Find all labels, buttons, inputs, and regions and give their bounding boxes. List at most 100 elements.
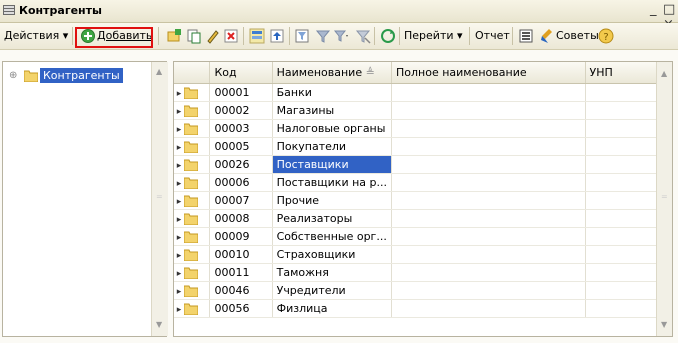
expand-icon[interactable]: ⊕	[9, 70, 17, 81]
table-row[interactable]: ▸ 00005 Покупатели	[174, 137, 672, 156]
row-icon-cell: ▸	[174, 281, 211, 300]
expand-arrow-icon[interactable]: ▸	[174, 269, 184, 279]
row-icon-cell: ▸	[174, 83, 211, 102]
expand-arrow-icon[interactable]: ▸	[174, 161, 184, 171]
code-cell: 00009	[209, 227, 273, 246]
table-row[interactable]: ▸ 00010 Страховщики	[174, 245, 672, 264]
fullname-cell	[391, 119, 586, 138]
scroll-up-icon[interactable]: ▲	[156, 67, 162, 76]
scroll-down-icon[interactable]: ▼	[661, 320, 667, 329]
fullname-column-header[interactable]: Полное наименование	[391, 62, 586, 84]
table-row[interactable]: ▸ 00003 Налоговые органы	[174, 119, 672, 138]
table-row[interactable]: ▸ 00056 Физлица	[174, 299, 672, 318]
folder-icon	[184, 213, 198, 225]
name-cell: Банки	[272, 83, 393, 102]
edit-icon[interactable]	[205, 28, 221, 44]
toolbar-separator	[469, 27, 470, 45]
code-cell: 00003	[209, 119, 273, 138]
name-cell: Покупатели	[272, 137, 393, 156]
report-button[interactable]: Отчет	[475, 27, 510, 45]
fullname-cell	[391, 209, 586, 228]
name-cell: Поставщики на р...	[272, 173, 393, 192]
expand-arrow-icon[interactable]: ▸	[174, 215, 184, 225]
expand-arrow-icon[interactable]: ▸	[174, 305, 184, 315]
row-icon-cell: ▸	[174, 245, 211, 264]
window-title: Контрагенты	[19, 4, 102, 17]
table-body: ▸ 00001 Банки ▸ 00002 Магазины ▸ 00003 Налоговые…	[174, 83, 672, 318]
fullname-cell	[391, 83, 586, 102]
level-up-icon[interactable]	[269, 28, 285, 44]
table-row[interactable]: ▸ 00007 Прочие	[174, 191, 672, 210]
table-row[interactable]: ▸ 00008 Реализаторы	[174, 209, 672, 228]
name-header-label: Наименование	[276, 66, 363, 79]
folder-icon	[184, 285, 198, 297]
toolbar-separator	[72, 27, 73, 45]
folder-icon	[184, 177, 198, 189]
code-cell: 00008	[209, 209, 273, 228]
goto-menu[interactable]: Перейти ▾	[404, 27, 463, 45]
icon-column-header	[174, 62, 211, 84]
folder-icon	[184, 249, 198, 261]
minimize-icon[interactable]: _	[650, 2, 657, 17]
expand-arrow-icon[interactable]: ▸	[174, 287, 184, 297]
expand-arrow-icon[interactable]: ▸	[174, 107, 184, 117]
folder-icon	[184, 141, 198, 153]
catalog-icon	[3, 5, 15, 15]
table-row[interactable]: ▸ 00009 Собственные орг...	[174, 227, 672, 246]
folder-icon	[184, 105, 198, 117]
row-icon-cell: ▸	[174, 155, 211, 174]
refresh-icon[interactable]	[380, 28, 396, 44]
table-row[interactable]: ▸ 00001 Банки	[174, 83, 672, 102]
folder-icon	[184, 231, 198, 243]
copy-icon[interactable]	[186, 28, 202, 44]
tree-root-node[interactable]: Контрагенты	[40, 68, 123, 83]
name-cell: Реализаторы	[272, 209, 393, 228]
scroll-thumb-icon[interactable]: =	[661, 192, 668, 201]
add-group-icon[interactable]	[166, 28, 182, 44]
list-settings-icon[interactable]	[518, 28, 534, 44]
name-column-header[interactable]: Наименование ≜	[272, 62, 393, 84]
name-cell: Налоговые органы	[272, 119, 393, 138]
expand-arrow-icon[interactable]: ▸	[174, 179, 184, 189]
expand-arrow-icon[interactable]: ▸	[174, 251, 184, 261]
toolbar-separator	[374, 27, 375, 45]
table-row[interactable]: ▸ 00006 Поставщики на р...	[174, 173, 672, 192]
name-cell: Страховщики	[272, 245, 393, 264]
table-scrollbar[interactable]: ▲ = ▼	[656, 62, 672, 336]
expand-arrow-icon[interactable]: ▸	[174, 125, 184, 135]
expand-arrow-icon[interactable]: ▸	[174, 197, 184, 207]
help-icon[interactable]: ?	[598, 28, 614, 44]
clear-filter-icon[interactable]	[355, 28, 371, 44]
hierarchy-list-icon[interactable]	[249, 28, 265, 44]
table-row[interactable]: ▸ 00011 Таможня	[174, 263, 672, 282]
toolbar-separator	[399, 27, 400, 45]
counterparties-window: Контрагенты _ □ × Действия ▾ Добавить Пе…	[0, 0, 678, 343]
folder-icon	[184, 159, 198, 171]
tips-button[interactable]: Советы	[556, 27, 599, 45]
delete-icon[interactable]	[223, 28, 239, 44]
name-cell: Таможня	[272, 263, 393, 282]
filter-icon[interactable]	[315, 28, 331, 44]
filter-settings-icon[interactable]	[295, 28, 311, 44]
scroll-thumb-icon[interactable]: =	[156, 192, 163, 201]
expand-arrow-icon[interactable]: ▸	[174, 89, 184, 99]
table-row[interactable]: ▸ 00026 Поставщики	[174, 155, 672, 174]
code-cell: 00002	[209, 101, 273, 120]
table-row[interactable]: ▸ 00002 Магазины	[174, 101, 672, 120]
actions-menu[interactable]: Действия ▾	[4, 27, 68, 45]
expand-arrow-icon[interactable]: ▸	[174, 143, 184, 153]
folder-icon	[184, 123, 198, 135]
table-row[interactable]: ▸ 00046 Учредители	[174, 281, 672, 300]
scroll-up-icon[interactable]: ▲	[661, 69, 667, 78]
table-header-row: Код Наименование ≜ Полное наименование У…	[174, 62, 672, 84]
fullname-cell	[391, 173, 586, 192]
tree-scrollbar[interactable]: ▲ = ▼	[151, 62, 168, 336]
toolbar-separator	[243, 27, 244, 45]
expand-arrow-icon[interactable]: ▸	[174, 233, 184, 243]
filter-history-icon[interactable]	[333, 28, 349, 44]
counterparties-table: Код Наименование ≜ Полное наименование У…	[173, 61, 673, 337]
fullname-cell	[391, 137, 586, 156]
code-column-header[interactable]: Код	[209, 62, 273, 84]
name-cell: Учредители	[272, 281, 393, 300]
scroll-down-icon[interactable]: ▼	[156, 320, 162, 329]
